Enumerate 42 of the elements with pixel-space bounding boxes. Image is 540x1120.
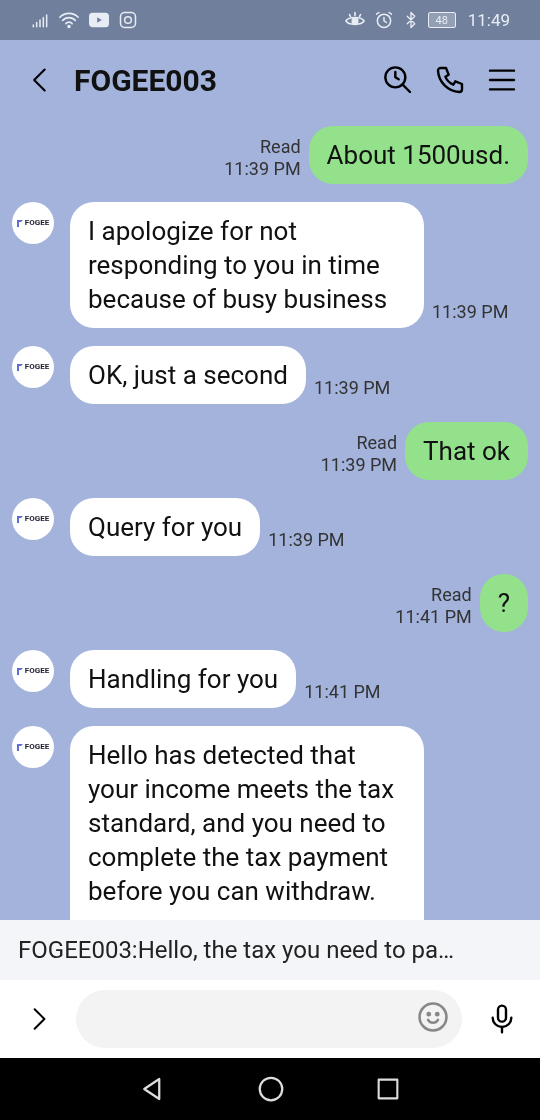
sent-message: That ok xyxy=(405,422,528,480)
emoji-icon[interactable] xyxy=(416,1000,450,1034)
logo-icon xyxy=(16,363,23,371)
clock: 11:49 xyxy=(467,10,510,30)
received-message: Query for you xyxy=(70,498,261,556)
avatar-label: FOGEE xyxy=(24,218,50,228)
contact-avatar[interactable]: FOGEE xyxy=(12,726,54,768)
camera-icon xyxy=(118,10,138,30)
contact-avatar[interactable]: FOGEE xyxy=(12,650,54,692)
logo-icon xyxy=(16,743,23,751)
contact-avatar[interactable]: FOGEE xyxy=(12,498,54,540)
message-time: 11:41 PM xyxy=(304,681,381,702)
logo-icon xyxy=(16,515,23,523)
notification-banner[interactable]: FOGEE003:Hello, the tax you need to pa… xyxy=(0,920,540,980)
phone-icon[interactable] xyxy=(434,64,466,96)
avatar-label: FOGEE xyxy=(24,742,50,752)
message-time: 11:39 PM xyxy=(432,301,509,322)
battery-level: 48 xyxy=(427,12,456,28)
logo-icon xyxy=(16,219,23,227)
avatar-label: FOGEE xyxy=(24,514,50,524)
avatar-label: FOGEE xyxy=(24,666,50,676)
received-message: OK, just a second xyxy=(70,346,306,404)
contact-avatar[interactable]: FOGEE xyxy=(12,346,54,388)
received-message: I apologize for not responding to you in time because of busy business xyxy=(70,202,424,328)
sent-message: About 1500usd. xyxy=(308,126,528,184)
received-message: Handling for you xyxy=(70,650,297,708)
read-receipt: Read xyxy=(260,136,301,158)
avatar-label: FOGEE xyxy=(24,362,50,372)
home-icon[interactable] xyxy=(256,1074,286,1104)
sent-message: ? xyxy=(479,574,528,632)
message-time: 11:39 PM xyxy=(268,529,345,550)
read-receipt: Read xyxy=(356,432,398,454)
message-time: 11:39 PM xyxy=(313,377,391,398)
chat-title: FOGEE003 xyxy=(74,62,218,98)
message-time: 11:41 PM xyxy=(395,606,472,628)
contact-avatar[interactable]: FOGEE xyxy=(12,202,54,244)
message-time: 11:39 PM xyxy=(224,158,301,180)
search-icon[interactable] xyxy=(382,64,414,96)
logo-icon xyxy=(16,667,23,675)
alarm-icon xyxy=(373,10,394,30)
read-receipt: Read xyxy=(431,584,472,606)
message-time: 11:39 PM xyxy=(320,454,398,476)
